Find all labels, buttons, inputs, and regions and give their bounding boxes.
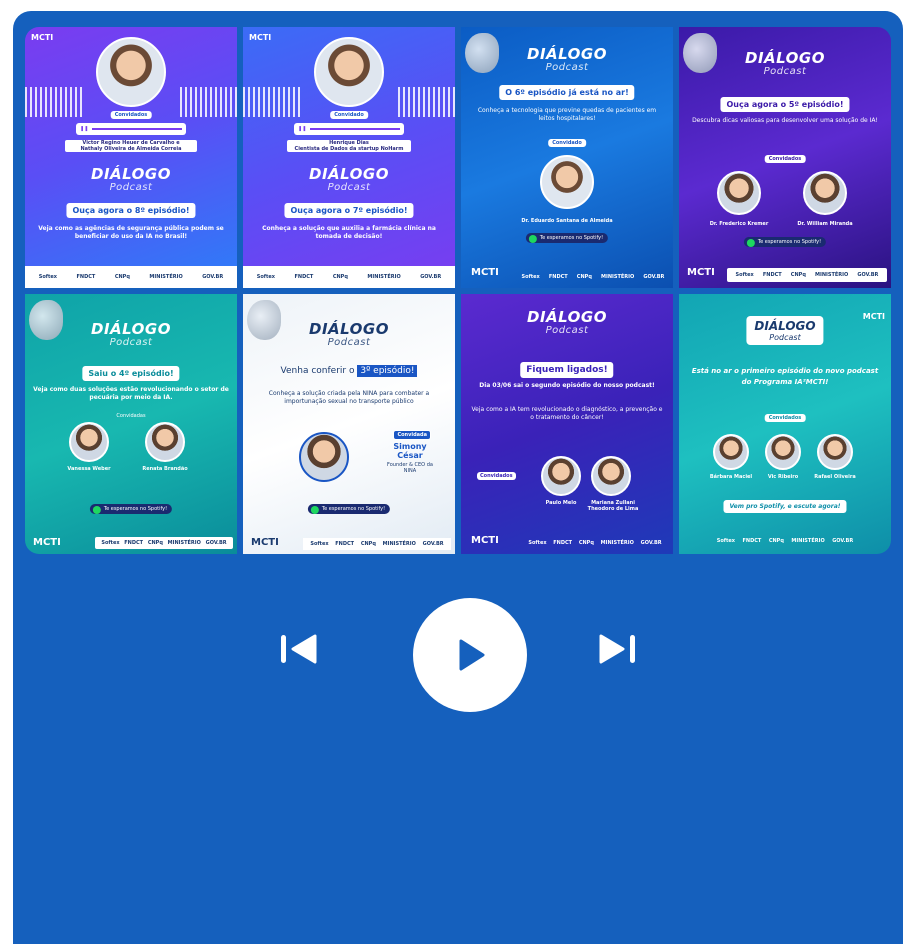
previous-button[interactable] [279,633,319,665]
episode-description: Conheça a solução que auxilia a farmácia… [262,225,436,240]
guest-photo [541,455,581,496]
spotify-banner: Te esperamos no Spotify! [743,237,827,247]
spotify-banner: Te esperamos no Spotify! [307,503,391,514]
play-icon [459,639,485,671]
guest-name: Dr. William Miranda [797,221,853,227]
guest-name: Paulo Melo [545,499,577,506]
episode-card-4[interactable]: DIÁLOGO Podcast Saiu o 4º episódio! Veja … [25,293,237,554]
episode-card-2[interactable]: DIÁLOGO Podcast Fiquem ligados! Dia 03/06… [461,293,673,554]
episode-description: Conheça a tecnologia que previne quedas … [477,107,657,122]
episode-headline: Ouça agora o 7º episódio! [284,203,414,218]
audio-player: ❚❚ [76,123,186,135]
guest-name: Dr. Eduardo Santana de Almeida [521,218,613,224]
spotify-cta: Vem pro Spotify, e escute agora! [723,499,847,513]
guest-role: Founder & CEO da NINA [387,461,433,474]
player-controls [13,598,903,712]
mcti-badge: MCTI [31,33,54,42]
episode-headline: O 6º episódio já está no ar! [499,85,635,100]
sponsor-footer: Softex FNDCT CNPq MINISTÉRIO GOV.BR [727,267,887,282]
mcti-badge: MCTI [687,266,715,278]
skip-previous-icon [281,634,317,664]
episode-headline: Venha conferir o 3º episódio! [251,364,447,377]
episode-card-5[interactable]: DIÁLOGO Podcast Ouça agora o 5º episódio!… [679,27,891,288]
guest-photo [540,155,594,209]
guest-name: Renata Brandão [142,465,188,472]
podcast-logo: DIÁLOGO Podcast [309,165,389,193]
guest-label: Convidados [764,155,806,163]
sponsor-footer: Softex FNDCT CNPq MINISTÉRIO GOV.BR [243,265,455,288]
guest-photo [299,431,349,482]
episode-headline: Saiu o 4º episódio! [82,365,180,381]
guest-photo [717,171,761,215]
sponsor-footer: Softex FNDCT CNPq MINISTÉRIO GOV.BR [25,265,237,288]
episode-headline: Fiquem ligados! [520,361,614,378]
spotify-banner: Te esperamos no Spotify! [89,503,173,514]
sponsor-footer: Softex FNDCT CNPq MINISTÉRIO GOV.BR [521,273,665,280]
episode-card-1[interactable]: DIÁLOGO Podcast MCTI Está no ar o primeir… [679,293,891,554]
guest-photo [765,433,801,470]
episode-headline: Ouça agora o 5º episódio! [720,97,850,112]
mcti-badge: MCTI [471,535,499,546]
podcast-logo: DIÁLOGO Podcast [91,319,171,348]
play-button[interactable] [413,598,527,712]
podcast-logo: DIÁLOGO Podcast [309,319,389,348]
podcast-logo: DIÁLOGO Podcast [527,307,607,336]
episode-headline: Ouça agora o 8º episódio! [66,203,196,218]
mcti-badge: MCTI [251,537,279,548]
episode-description: Conheça a solução criada pela NINA para … [268,389,430,405]
mcti-badge: MCTI [862,311,885,321]
guest-name: Bárbara Maciel [709,473,753,480]
guest-photo [817,433,853,470]
podcast-logo: DIÁLOGO Podcast [527,45,607,73]
episode-description: Veja como a IA tem revolucionado o diagn… [471,405,663,421]
podcast-logo: DIÁLOGO Podcast [746,315,824,345]
guest-photo [591,455,631,496]
guest-names: Victor Regino Heuer de Carvalho e Nathal… [65,140,197,152]
episode-subhead: Dia 03/06 sai o segundo episódio do noss… [479,381,655,389]
skip-next-icon [599,634,635,664]
episode-card-3[interactable]: DIÁLOGO Podcast Venha conferir o 3º episó… [243,293,455,554]
sponsor-footer: Softex FNDCT CNPq MINISTÉRIO GOV.BR [716,538,854,544]
guest-photo [803,171,847,215]
guest-label: Convidado [548,139,586,147]
guest-names: Henrique Dias Cientista de Dados da star… [287,140,411,152]
guest-name: Vic Ribeiro [767,473,799,480]
audio-player: ❚❚ [294,123,404,135]
mcti-badge: MCTI [33,537,61,548]
mcti-badge: MCTI [249,33,272,42]
episode-description: Veja como duas soluções estão revolucion… [33,385,229,401]
guest-name: Dr. Frederico Kremer [709,221,769,227]
guest-name: Simony César [393,441,427,460]
guest-photo [713,433,749,470]
guest-label: Convidados [764,413,806,422]
sponsor-footer: Softex FNDCT CNPq MINISTÉRIO GOV.BR [528,540,662,546]
guest-photo [314,37,384,107]
podcast-logo: DIÁLOGO Podcast [91,165,171,193]
guest-label: Convidada [393,429,431,440]
episode-headline: Está no ar o primeiro episódio do novo p… [691,366,879,386]
guest-name: Mariana Zullani Theodoro de Lima [587,499,639,512]
sponsor-footer: Softex FNDCT CNPq MINISTÉRIO GOV.BR [95,537,233,549]
guest-label: Convidadas [116,412,146,419]
podcast-logo: DIÁLOGO Podcast [745,49,825,77]
guests-photo [96,37,166,107]
episode-grid: MCTI ❚❚ Convidados Victor Regino Heuer d… [25,27,891,554]
episode-card-7[interactable]: MCTI ❚❚ Convidado Henrique Dias Cientist… [243,27,455,288]
guest-photo [69,421,109,462]
guest-name: Rafael Oliveira [814,473,856,480]
next-button[interactable] [597,633,637,665]
spotify-banner: Te esperamos no Spotify! [525,233,609,243]
guest-name: Vanessa Weber [67,465,111,472]
sponsor-footer: Softex FNDCT CNPq MINISTÉRIO GOV.BR [303,538,451,550]
guest-photo [145,421,185,462]
guest-label: Convidados [110,111,152,119]
guest-label: Convidados [477,471,516,480]
episode-description: Descubra dicas valiosas para desenvolver… [692,117,878,124]
episode-card-8[interactable]: MCTI ❚❚ Convidados Victor Regino Heuer d… [25,27,237,288]
guest-label: Convidado [330,111,368,119]
episode-card-6[interactable]: DIÁLOGO Podcast O 6º episódio já está no … [461,27,673,288]
episode-description: Veja como as agências de segurança públi… [38,225,224,240]
mcti-badge: MCTI [471,266,499,278]
